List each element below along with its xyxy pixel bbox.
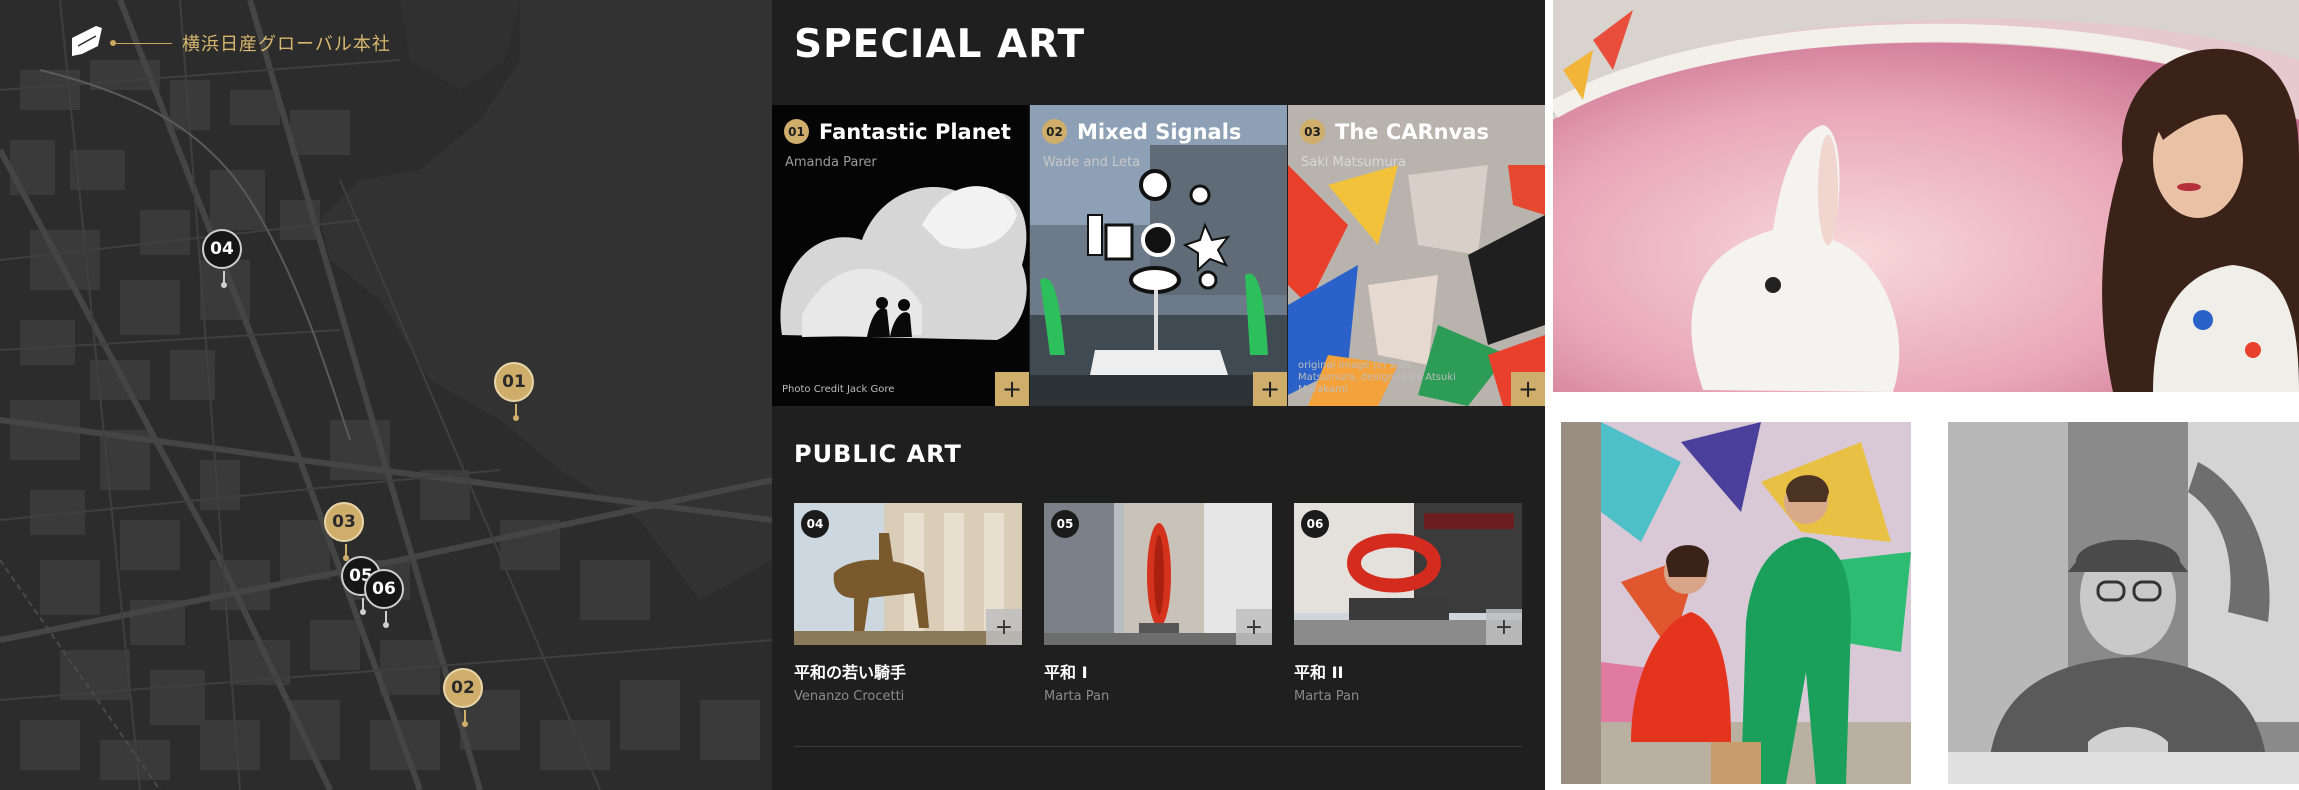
art-panel: SPECIAL ART 01 Fantastic Planet Amanda P… (772, 0, 1545, 790)
special-art-card-02[interactable]: 02 Mixed Signals Wade and Leta + (1030, 105, 1287, 406)
artist-photo-wade-and-leta (1561, 422, 1911, 784)
expand-button[interactable]: + (1486, 609, 1522, 645)
item-artist: Venanzo Crocetti (794, 689, 905, 704)
expand-button[interactable]: + (1511, 372, 1545, 406)
public-art-thumb: 06 + (1294, 503, 1522, 645)
photo-credit: Photo Credit Jack Gore (782, 384, 895, 395)
expand-button[interactable]: + (1253, 372, 1287, 406)
pin-label: 01 (502, 372, 526, 392)
area-map[interactable]: 横浜日産グローバル本社 04 01 03 05 06 02 (0, 0, 772, 790)
artist-photo-saki-matsumura (1948, 422, 2299, 784)
special-art-heading: SPECIAL ART (794, 22, 1086, 67)
image-credit: original image (c) Saki Matsumura, desig… (1298, 360, 1456, 395)
pin-dot (462, 721, 468, 727)
public-art-thumb: 05 + (1044, 503, 1272, 645)
pin-label: 06 (372, 579, 396, 599)
public-art-heading: PUBLIC ART (794, 440, 962, 468)
card-title: Fantastic Planet (819, 119, 1011, 144)
map-streets (0, 0, 772, 790)
item-number-badge: 05 (1051, 510, 1079, 538)
location-label: 横浜日産グローバル本社 (68, 24, 391, 62)
pin-label: 04 (210, 239, 234, 259)
public-art-thumb: 04 + (794, 503, 1022, 645)
card-number: 01 (784, 119, 809, 144)
item-number-badge: 04 (801, 510, 829, 538)
card-number: 02 (1042, 119, 1067, 144)
map-pin-02[interactable]: 02 (443, 668, 483, 727)
item-title: 平和の若い騎手 (794, 663, 907, 682)
card-artist: Amanda Parer (785, 155, 877, 170)
card-title: Mixed Signals (1077, 119, 1242, 144)
location-name: 横浜日産グローバル本社 (182, 34, 391, 55)
fantastic-planet-image (772, 105, 1029, 406)
nissan-logo-icon (72, 26, 102, 56)
map-pin-03[interactable]: 03 (324, 502, 364, 561)
pin-dot (360, 609, 366, 615)
artist-photo-amanda-parer (1553, 0, 2299, 392)
card-header: 01 Fantastic Planet (784, 119, 1011, 144)
expand-button[interactable]: + (995, 372, 1029, 406)
item-title: 平和 I (1044, 663, 1088, 682)
public-art-grid: 04 + 平和の若い騎手 Venanzo Crocetti 05 + 平和 I … (794, 503, 1522, 704)
item-artist: Marta Pan (1044, 689, 1110, 704)
special-art-cards: 01 Fantastic Planet Amanda Parer Photo C… (772, 105, 1545, 406)
pin-label: 02 (451, 678, 475, 698)
map-pin-06[interactable]: 06 (364, 569, 404, 628)
label-connector (110, 39, 172, 46)
mixed-signals-image (1030, 105, 1287, 406)
special-art-card-03[interactable]: 03 The CARnvas Saki Matsumura original i… (1288, 105, 1545, 406)
pin-label: 03 (332, 512, 356, 532)
public-art-item-06[interactable]: 06 + 平和 II Marta Pan (1294, 503, 1522, 704)
map-pin-04[interactable]: 04 (202, 229, 242, 288)
item-artist: Marta Pan (1294, 689, 1360, 704)
map-pin-01[interactable]: 01 (494, 362, 534, 421)
section-divider (794, 746, 1522, 747)
rabbit-artwork-portrait (1553, 0, 2299, 392)
item-number-badge: 06 (1301, 510, 1329, 538)
card-number: 03 (1300, 119, 1325, 144)
item-title: 平和 II (1294, 663, 1344, 682)
pin-dot (221, 282, 227, 288)
wade-and-leta-portrait (1561, 422, 1911, 784)
card-header: 02 Mixed Signals (1042, 119, 1241, 144)
public-art-item-04[interactable]: 04 + 平和の若い騎手 Venanzo Crocetti (794, 503, 1022, 704)
special-art-card-01[interactable]: 01 Fantastic Planet Amanda Parer Photo C… (772, 105, 1029, 406)
pin-dot (513, 415, 519, 421)
public-art-item-05[interactable]: 05 + 平和 I Marta Pan (1044, 503, 1272, 704)
card-header: 03 The CARnvas (1300, 119, 1489, 144)
card-artist: Wade and Leta (1043, 155, 1141, 170)
expand-button[interactable]: + (986, 609, 1022, 645)
saki-matsumura-portrait (1948, 422, 2299, 784)
pin-dot (383, 622, 389, 628)
expand-button[interactable]: + (1236, 609, 1272, 645)
card-artist: Saki Matsumura (1301, 155, 1406, 170)
card-title: The CARnvas (1335, 119, 1489, 144)
